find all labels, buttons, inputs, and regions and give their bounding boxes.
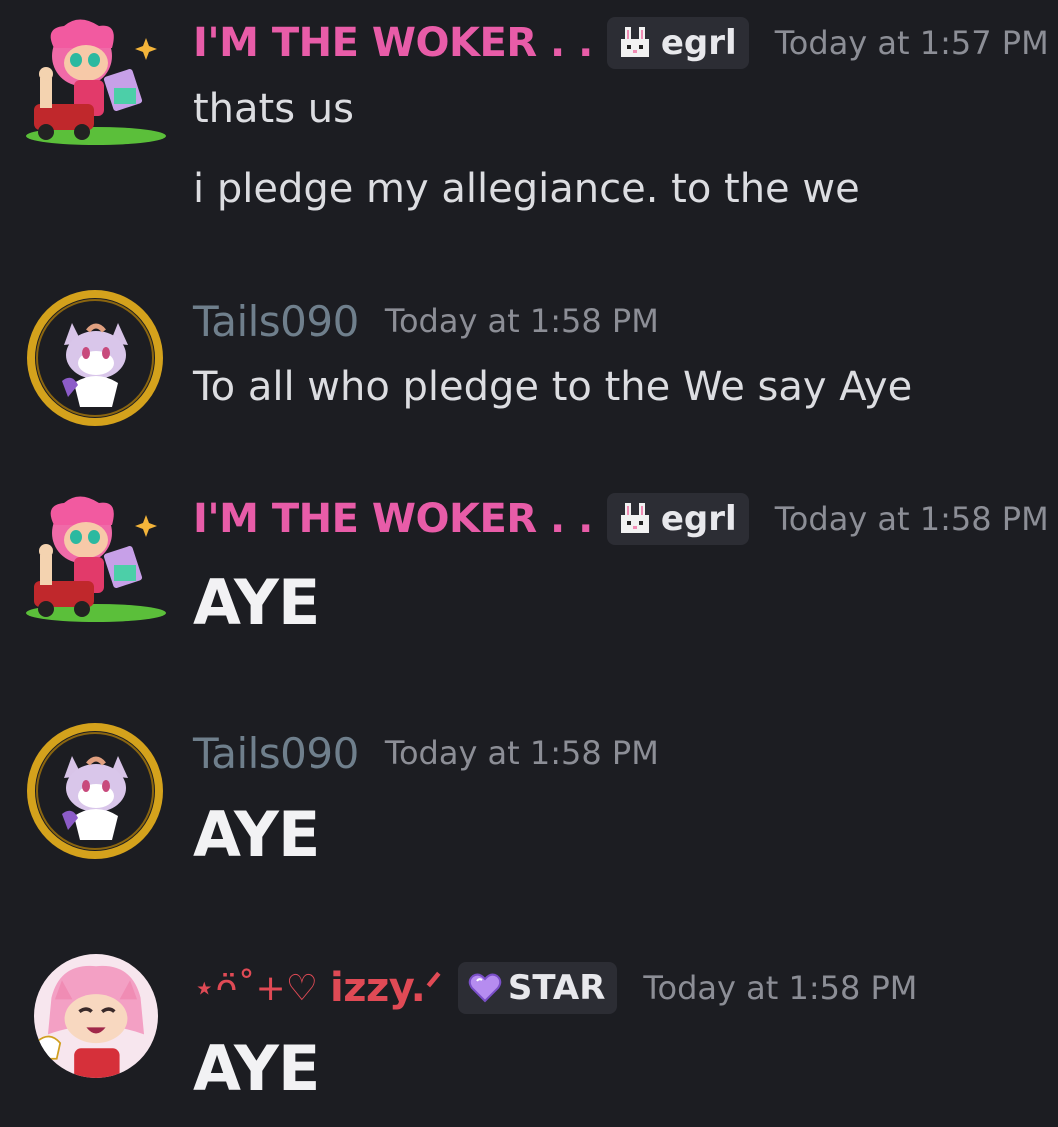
- message-text: AYE: [193, 566, 320, 639]
- avatar[interactable]: [34, 954, 158, 1078]
- username[interactable]: I'M THE WOKER . .: [193, 20, 593, 66]
- username[interactable]: I'M THE WOKER . .: [193, 496, 593, 542]
- chat-message-list: I'M THE WOKER . . egrl Today at 1:57 PM …: [0, 0, 1058, 1127]
- message-header: Tails090 Today at 1:58 PM: [193, 726, 659, 780]
- blaze-ring-avatar-icon: [27, 290, 163, 426]
- bunny-icon: [620, 27, 649, 57]
- server-tag[interactable]: STAR: [457, 962, 618, 1014]
- message-header: I'M THE WOKER . . egrl Today at 1:58 PM: [193, 492, 1049, 546]
- bunny-icon: [620, 503, 649, 533]
- server-tag[interactable]: egrl: [606, 17, 749, 69]
- timestamp[interactable]: Today at 1:57 PM: [775, 24, 1049, 62]
- server-tag[interactable]: egrl: [606, 493, 749, 545]
- blaze-ring-avatar-icon: [27, 723, 163, 859]
- avatar[interactable]: [24, 485, 166, 627]
- avatar[interactable]: [24, 720, 166, 862]
- username[interactable]: izzy.ᐟ: [330, 965, 442, 1011]
- avatar[interactable]: [24, 287, 166, 429]
- username-decoration: ⋆ᴖ̈˚+♡: [193, 967, 318, 1009]
- server-tag-label: STAR: [507, 968, 606, 1008]
- message-text: i pledge my allegiance. to the we: [193, 166, 860, 212]
- message-text: AYE: [193, 798, 320, 871]
- amy-wink-avatar-icon: [34, 954, 158, 1078]
- avatar[interactable]: [24, 8, 166, 150]
- username[interactable]: Tails090: [193, 297, 359, 346]
- message-text: AYE: [193, 1032, 320, 1105]
- message-header: ⋆ᴖ̈˚+♡ izzy.ᐟ STAR Today at 1:58 PM: [193, 960, 917, 1016]
- timestamp[interactable]: Today at 1:58 PM: [385, 302, 659, 340]
- amy-mower-avatar-icon: [26, 19, 166, 145]
- message-text: To all who pledge to the We say Aye: [193, 364, 913, 410]
- purple-heart-icon: [468, 973, 502, 1003]
- server-tag-label: egrl: [660, 23, 737, 63]
- timestamp[interactable]: Today at 1:58 PM: [643, 969, 917, 1007]
- timestamp[interactable]: Today at 1:58 PM: [775, 500, 1049, 538]
- message-text: thats us: [193, 86, 354, 132]
- username[interactable]: Tails090: [193, 729, 359, 778]
- amy-mower-avatar-icon: [26, 496, 166, 622]
- message-header: Tails090 Today at 1:58 PM: [193, 294, 659, 348]
- timestamp[interactable]: Today at 1:58 PM: [385, 734, 659, 772]
- server-tag-label: egrl: [660, 499, 737, 539]
- message-header: I'M THE WOKER . . egrl Today at 1:57 PM: [193, 16, 1049, 70]
